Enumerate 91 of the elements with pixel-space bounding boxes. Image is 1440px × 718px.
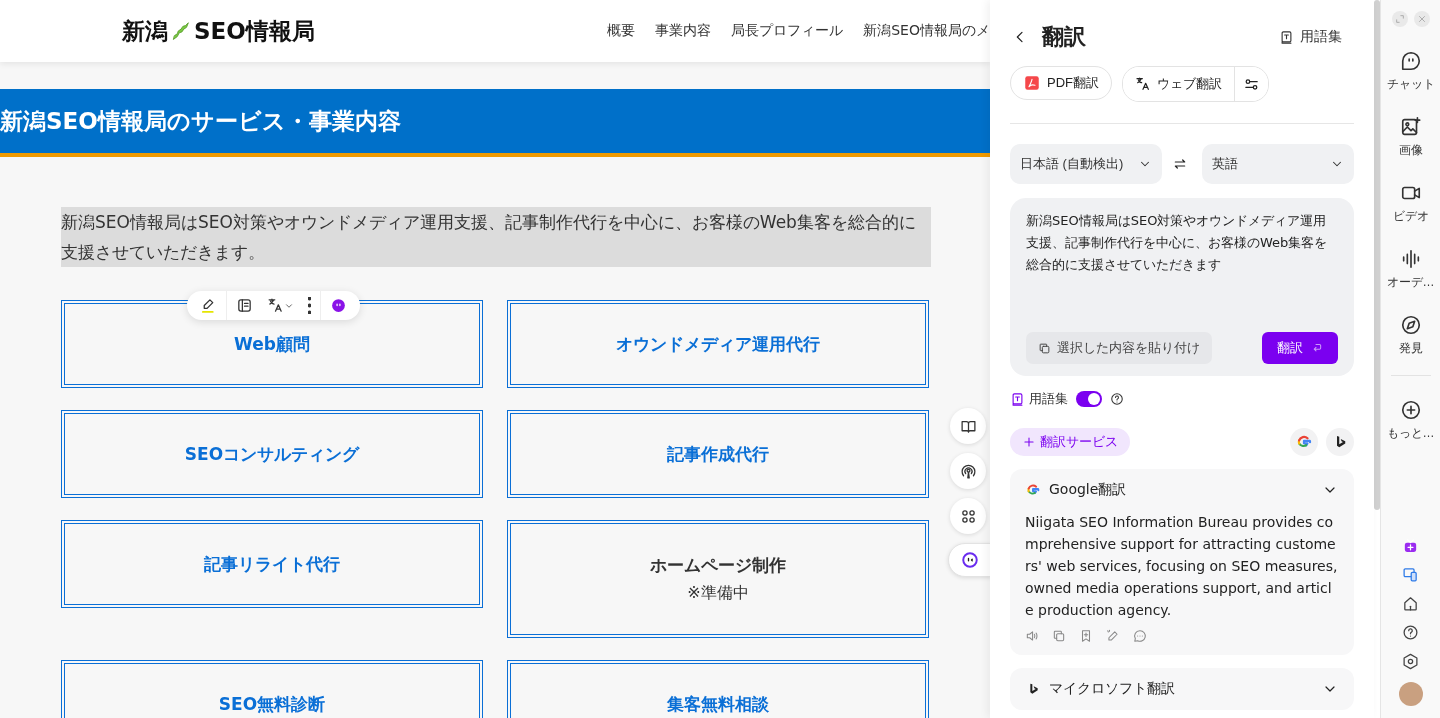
- reader-button[interactable]: [950, 408, 986, 444]
- paste-selection-button[interactable]: 選択した内容を貼り付け: [1026, 332, 1212, 364]
- gift-button[interactable]: [1402, 537, 1419, 554]
- service-card[interactable]: 記事作成代行: [507, 410, 929, 498]
- rail-item[interactable]: もっと…: [1386, 399, 1435, 442]
- source-text: 新潟SEO情報局はSEO対策やオウンドメディア運用支援、記事制作代行を中心に、お客様のWeb集客を総合的に支援させていただきます: [1026, 212, 1329, 274]
- more-icon: [308, 297, 311, 314]
- service-card[interactable]: オウンドメディア運用代行: [507, 300, 929, 388]
- settings-icon: [1402, 653, 1419, 670]
- nav-link[interactable]: 新潟SEO情報局のメ: [863, 22, 990, 40]
- service-link[interactable]: 記事リライト代行: [204, 552, 340, 576]
- translate-icon: [267, 297, 284, 314]
- copy-icon[interactable]: [1052, 629, 1066, 643]
- glossary-label: 用語集: [1029, 390, 1068, 408]
- pdf-icon: [1023, 74, 1041, 92]
- service-name: マイクロソフト翻訳: [1049, 680, 1175, 698]
- target-language-select[interactable]: 英語: [1202, 144, 1354, 184]
- add-service-button[interactable]: 翻訳サービス: [1010, 428, 1130, 456]
- chat-bubble-icon[interactable]: [1133, 629, 1147, 643]
- page-heading: 新潟SEO情報局のサービス・事業内容: [0, 106, 401, 136]
- apps-icon: [959, 507, 977, 525]
- service-title: ホームページ制作: [650, 554, 786, 577]
- home-icon: [1402, 595, 1419, 612]
- service-card[interactable]: 記事リライト代行: [61, 520, 483, 608]
- devices-icon: [1402, 566, 1419, 583]
- swap-icon: [1172, 156, 1188, 172]
- nav-link[interactable]: 局長プロフィール: [731, 22, 844, 40]
- close-icon: [1416, 14, 1427, 24]
- expand-icon: [1394, 14, 1405, 24]
- broadcast-button[interactable]: [950, 453, 986, 489]
- service-card[interactable]: ホームページ制作 ※準備中: [507, 520, 929, 638]
- service-card[interactable]: SEOコンサルティング: [61, 410, 483, 498]
- intro-text: 新潟SEO情報局はSEO対策やオウンドメディア運用支援、記事制作代行を中心に、お客様のWeb集客を総合的に支援させていただきます。: [61, 207, 931, 267]
- service-name: Google翻訳: [1049, 481, 1127, 499]
- copy-icon: [1038, 341, 1051, 355]
- source-language-select[interactable]: 日本語 (自動検出): [1010, 144, 1162, 184]
- settings-button[interactable]: [1402, 653, 1419, 670]
- speaker-icon[interactable]: [1025, 629, 1039, 643]
- glossary-icon: [1279, 29, 1294, 45]
- logo-text[interactable]: 新潟: [122, 15, 168, 47]
- rail-item[interactable]: チャット: [1386, 50, 1435, 93]
- plus-icon: [1022, 435, 1036, 449]
- assistant-icon: [330, 297, 347, 314]
- service-link[interactable]: Web顧問: [234, 332, 310, 356]
- service-link[interactable]: 集客無料相談: [667, 692, 769, 716]
- service-card[interactable]: 集客無料相談: [507, 660, 929, 718]
- service-card[interactable]: Web顧問: [61, 300, 483, 388]
- apps-button[interactable]: [950, 498, 986, 534]
- rail-item[interactable]: ビデオ: [1392, 182, 1429, 225]
- compass-icon: [1399, 314, 1422, 336]
- image-icon: [1399, 116, 1422, 138]
- logo-text[interactable]: SEO情報局: [194, 15, 315, 47]
- service-note: ※準備中: [687, 583, 749, 604]
- translate-icon: [1135, 76, 1151, 92]
- service-link[interactable]: オウンドメディア運用代行: [616, 332, 820, 356]
- service-link[interactable]: SEOコンサルティング: [184, 442, 360, 466]
- plus-icon: [1399, 399, 1422, 421]
- rail-item[interactable]: 発見: [1398, 314, 1423, 357]
- panel-title: 翻訳: [1042, 23, 1086, 51]
- devices-button[interactable]: [1402, 566, 1419, 583]
- assistant-tab[interactable]: [948, 543, 990, 577]
- gift-icon: [1402, 537, 1419, 554]
- source-text-field[interactable]: 新潟SEO情報局はSEO対策やオウンドメディア運用支援、記事制作代行を中心に、お客様のWeb集客を総合的に支援させていただきます 選択した内容を貼り付け 翻訳: [1010, 198, 1354, 376]
- magic-pen-icon[interactable]: [1106, 629, 1120, 643]
- google-service-button[interactable]: [1290, 428, 1318, 456]
- home-button[interactable]: [1402, 595, 1419, 612]
- glossary-button[interactable]: 用語集: [1279, 28, 1354, 46]
- translation-text: Niigata SEO Information Bureau provides comprehensive support for attracting customers' web services, focusing on SEO measures, owned media operations support, and article production agency.: [1025, 513, 1338, 620]
- google-g-icon: [1025, 482, 1041, 498]
- map-shape-icon[interactable]: [170, 20, 192, 42]
- bing-service-button[interactable]: [1326, 428, 1354, 456]
- help-icon: [1110, 392, 1124, 406]
- help-icon: [1402, 624, 1419, 641]
- glossary-toggle[interactable]: [1076, 391, 1102, 407]
- service-link[interactable]: 記事作成代行: [667, 442, 769, 466]
- help-button[interactable]: [1402, 624, 1419, 641]
- highlighter-icon: [200, 297, 217, 314]
- note-icon: [236, 297, 253, 314]
- chat-bubble-icon: [1399, 50, 1422, 72]
- service-card[interactable]: SEO無料診断: [61, 660, 483, 718]
- rail-item[interactable]: 画像: [1398, 116, 1423, 159]
- scrollbar-thumb[interactable]: [1374, 0, 1380, 510]
- service-link[interactable]: SEO無料診断: [218, 692, 326, 716]
- bookmark-icon[interactable]: [1079, 629, 1093, 643]
- translate-button[interactable]: 翻訳: [1262, 332, 1338, 364]
- pdf-translate-button[interactable]: PDF翻訳: [1010, 66, 1112, 100]
- glossary-icon: [1010, 391, 1025, 407]
- nav-link[interactable]: 概要: [607, 22, 636, 40]
- nav-link[interactable]: 事業内容: [655, 22, 712, 40]
- rail-item[interactable]: オーデ…: [1386, 248, 1435, 291]
- broadcast-icon: [959, 462, 977, 480]
